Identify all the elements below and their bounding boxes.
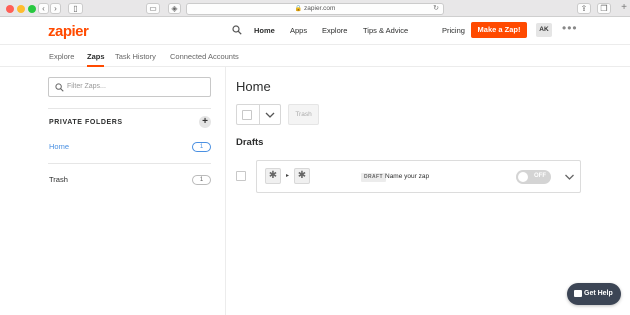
action-app-gear-icon: ✱ bbox=[294, 168, 310, 184]
subnav-explore[interactable]: Explore bbox=[49, 52, 74, 61]
forward-icon[interactable]: › bbox=[50, 3, 61, 14]
toggle-label: OFF bbox=[534, 173, 546, 179]
reload-icon[interactable]: ↻ bbox=[433, 4, 439, 14]
new-tab-icon[interactable]: + bbox=[621, 3, 627, 13]
nav-explore[interactable]: Explore bbox=[322, 26, 347, 35]
sidebar: Filter Zaps... PRIVATE FOLDERS + Home 1 … bbox=[0, 67, 226, 315]
tabs-icon[interactable]: ❐ bbox=[597, 3, 611, 14]
chevron-down-icon[interactable] bbox=[564, 172, 575, 182]
page-title: Home bbox=[236, 79, 271, 94]
chat-icon bbox=[574, 290, 582, 297]
top-navigation: zapier Home Apps Explore Tips & Advice P… bbox=[0, 17, 630, 45]
avatar[interactable]: AK bbox=[536, 23, 552, 37]
nav-pricing[interactable]: Pricing bbox=[442, 26, 465, 35]
subnav-task-history[interactable]: Task History bbox=[115, 52, 156, 61]
lock-icon: 🔒 bbox=[294, 6, 303, 12]
close-window-icon[interactable] bbox=[6, 5, 14, 13]
chevron-down-icon[interactable] bbox=[264, 110, 276, 120]
nav-apps[interactable]: Apps bbox=[290, 26, 307, 35]
zap-on-off-toggle[interactable]: OFF bbox=[516, 170, 551, 184]
minimize-window-icon[interactable] bbox=[17, 5, 25, 13]
divider bbox=[48, 108, 211, 109]
shield-icon[interactable]: ◈ bbox=[168, 3, 181, 14]
bulk-select-control[interactable] bbox=[236, 104, 281, 125]
folder-trash[interactable]: Trash bbox=[49, 175, 68, 184]
back-icon[interactable]: ‹ bbox=[38, 3, 49, 14]
draft-badge: DRAFT bbox=[361, 173, 386, 182]
tab-overview-icon[interactable]: ▭ bbox=[146, 3, 160, 14]
zap-checkbox[interactable] bbox=[236, 171, 246, 181]
browser-toolbar: ‹ › ▯ ▭ ◈ 🔒 zapier.com ↻ ⇪ ❐ + bbox=[0, 0, 630, 17]
get-help-button[interactable]: Get Help bbox=[567, 283, 621, 305]
trash-button[interactable]: Trash bbox=[288, 104, 319, 125]
folder-home-count: 1 bbox=[192, 142, 211, 152]
arrow-right-icon: ▸ bbox=[286, 173, 290, 179]
toggle-knob bbox=[518, 172, 528, 182]
url-text: zapier.com bbox=[304, 5, 336, 12]
subnav-connected-accounts[interactable]: Connected Accounts bbox=[170, 52, 239, 61]
folder-trash-count: 1 bbox=[192, 175, 211, 185]
more-menu-icon[interactable]: ••• bbox=[562, 21, 578, 35]
address-bar[interactable]: 🔒 zapier.com ↻ bbox=[186, 3, 444, 15]
make-a-zap-button[interactable]: Make a Zap! bbox=[471, 22, 527, 38]
add-folder-button[interactable]: + bbox=[199, 116, 211, 128]
share-icon[interactable]: ⇪ bbox=[577, 3, 591, 14]
search-icon bbox=[55, 83, 64, 92]
zap-row[interactable]: ✱ ▸ ✱ DRAFT Name your zap OFF bbox=[256, 160, 581, 193]
folder-home[interactable]: Home bbox=[49, 142, 69, 151]
fullscreen-window-icon[interactable] bbox=[28, 5, 36, 13]
nav-tips-advice[interactable]: Tips & Advice bbox=[363, 26, 408, 35]
filter-placeholder: Filter Zaps... bbox=[67, 83, 106, 90]
get-help-label: Get Help bbox=[584, 290, 613, 297]
zap-name[interactable]: Name your zap bbox=[385, 173, 429, 180]
search-icon[interactable] bbox=[232, 25, 242, 35]
sidebar-toggle-icon[interactable]: ▯ bbox=[68, 3, 83, 14]
private-folders-heading: PRIVATE FOLDERS bbox=[49, 119, 123, 126]
select-all-checkbox[interactable] bbox=[242, 110, 252, 120]
sub-navigation: Explore Zaps Task History Connected Acco… bbox=[0, 45, 630, 67]
trigger-app-gear-icon: ✱ bbox=[265, 168, 281, 184]
drafts-heading: Drafts bbox=[236, 137, 264, 148]
nav-home[interactable]: Home bbox=[254, 26, 275, 35]
divider bbox=[259, 105, 260, 124]
subnav-zaps[interactable]: Zaps bbox=[87, 52, 105, 61]
zapier-logo[interactable]: zapier bbox=[48, 23, 89, 40]
divider bbox=[48, 163, 211, 164]
filter-zaps-input[interactable]: Filter Zaps... bbox=[48, 77, 211, 97]
